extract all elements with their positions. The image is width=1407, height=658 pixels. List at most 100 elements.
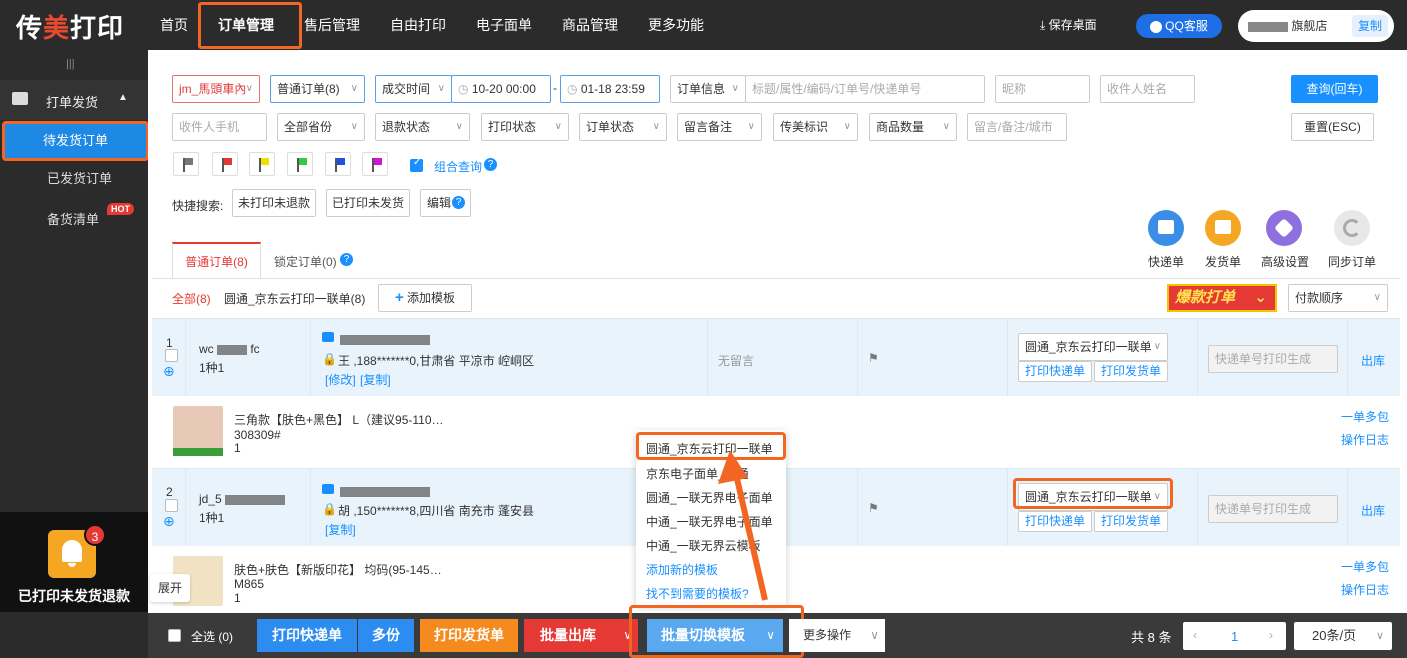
operation-log-link[interactable]: 操作日志 (1341, 581, 1389, 598)
print-invoice-batch-button[interactable]: 打印发货单 (420, 619, 518, 652)
chevron-down-icon: ∨ (870, 628, 879, 642)
multi-package-link[interactable]: 一单多包 (1341, 558, 1389, 575)
help-icon[interactable]: ? (484, 158, 497, 171)
time-type-select[interactable]: 成交时间 ∨ (375, 75, 452, 103)
print-invoice-button[interactable]: 打印发货单 (1094, 361, 1168, 382)
expand-tab[interactable]: 展开 (150, 574, 190, 602)
subtab-template[interactable]: 圆通_京东云打印一联单(8) (224, 290, 365, 307)
select-all-checkbox[interactable] (168, 629, 181, 642)
combo-query-checkbox[interactable]: ✓ (410, 157, 423, 172)
quick-edit-button[interactable]: 编辑? (420, 189, 471, 217)
reset-button[interactable]: 重置(ESC) (1291, 113, 1374, 141)
nickname-input[interactable]: 昵称 (995, 75, 1090, 103)
refund-status-select[interactable]: 退款状态 ∨ (375, 113, 470, 141)
order-checkbox[interactable] (165, 349, 178, 362)
province-select[interactable]: 全部省份 ∨ (277, 113, 365, 141)
page-size-select[interactable]: 20条/页 ∨ (1294, 622, 1392, 650)
print-express-button[interactable]: 打印快递单 (1018, 511, 1092, 532)
print-invoice-button[interactable]: 打印发货单 (1094, 511, 1168, 532)
template-select[interactable]: 圆通_京东云打印一联单 ∨ (1018, 333, 1168, 361)
qq-service-button[interactable]: QQ客服 (1136, 14, 1222, 38)
settings-icon[interactable] (1266, 210, 1302, 246)
copy-address-link[interactable]: [复制] (360, 371, 391, 388)
order-kinds: 1种1 (199, 511, 225, 525)
add-template-button[interactable]: + 添加模板 (378, 284, 472, 312)
nav-e-waybill[interactable]: 电子面单 (476, 0, 532, 50)
flag-red-icon[interactable] (212, 152, 238, 176)
nav-more[interactable]: 更多功能 (648, 0, 704, 50)
nav-selected-highlight (198, 2, 302, 49)
nav-products[interactable]: 商品管理 (562, 0, 618, 50)
quantity-select[interactable]: 商品数量 ∨ (869, 113, 957, 141)
print-express-button[interactable]: 打印快递单 (1018, 361, 1092, 382)
top-bar: 传美打印 首页 订单管理 售后管理 自由打印 电子面单 商品管理 更多功能 ⤓ … (0, 0, 1407, 50)
receiver-name-input[interactable]: 收件人姓名 (1100, 75, 1195, 103)
out-stock-link[interactable]: 出库 (1361, 502, 1385, 519)
receiver-phone-input[interactable]: 收件人手机 (172, 113, 267, 141)
combo-query-label[interactable]: 组合查询 (434, 158, 482, 175)
copy-shop-button[interactable]: 复制 (1351, 15, 1388, 37)
tab-locked-orders[interactable]: 锁定订单(0) (274, 253, 337, 270)
out-stock-link[interactable]: 出库 (1361, 352, 1385, 369)
shop-select[interactable]: jm_馬頭車內 ∨ (172, 75, 260, 103)
flag-blue-icon[interactable] (325, 152, 351, 176)
nav-after-sale[interactable]: 售后管理 (304, 0, 360, 50)
quick-unprinted-button[interactable]: 未打印未退款 (232, 189, 316, 217)
tab-normal-orders[interactable]: 普通订单(8) (172, 242, 261, 278)
quick-printed-button[interactable]: 已打印未发货 (326, 189, 410, 217)
prev-page-icon[interactable]: ‹ (1193, 628, 1197, 642)
sidebar-item-pending[interactable]: 待发货订单 (2, 121, 149, 161)
invoice-icon[interactable] (1205, 210, 1241, 246)
date-to-input[interactable]: ◷ 01-18 23:59 (560, 75, 660, 103)
flag-icon[interactable]: ⚑ (868, 501, 879, 515)
tracking-number-input[interactable]: 快递单号打印生成 (1208, 495, 1338, 523)
sort-select[interactable]: 付款顺序 ∨ (1288, 284, 1388, 312)
order-info-select[interactable]: 订单信息 ∨ (670, 75, 746, 103)
express-icon[interactable] (1148, 210, 1184, 246)
subtab-all[interactable]: 全部(8) (172, 290, 211, 307)
print-status-select[interactable]: 打印状态 ∨ (481, 113, 569, 141)
flag-green-icon[interactable] (287, 152, 313, 176)
expand-plus-icon[interactable]: ⊕ (163, 363, 175, 380)
operation-log-link[interactable]: 操作日志 (1341, 431, 1389, 448)
app-logo[interactable]: 传美打印 (16, 8, 124, 45)
modify-address-link[interactable]: [修改] (325, 371, 356, 388)
refund-promo[interactable]: 3 已打印未发货退款 (0, 512, 148, 612)
print-express-batch-button[interactable]: 打印快递单 (257, 619, 357, 652)
multi-package-link[interactable]: 一单多包 (1341, 408, 1389, 425)
flag-icon[interactable]: ⚑ (868, 351, 879, 365)
order-checkbox[interactable] (165, 499, 178, 512)
cm-flag-select[interactable]: 传美标识 ∨ (773, 113, 858, 141)
remark-city-input[interactable]: 留言/备注/城市 (967, 113, 1067, 141)
product-title[interactable]: 肤色+肤色【新版印花】 均码(95-145… (234, 561, 442, 578)
expand-plus-icon[interactable]: ⊕ (163, 513, 175, 530)
hot-print-button[interactable]: 爆款打单 ⌄ (1167, 284, 1277, 312)
help-icon[interactable]: ? (340, 253, 353, 266)
order-status-select[interactable]: 订单状态 ∨ (579, 113, 667, 141)
shop-name[interactable]: 旗舰店 复制 (1238, 10, 1394, 42)
product-title[interactable]: 三角款【肤色+黑色】 L（建议95-110… (234, 411, 444, 428)
nav-free-print[interactable]: 自由打印 (390, 0, 446, 50)
sidebar-collapse-handle[interactable]: ||| (66, 58, 75, 70)
copy-address-link[interactable]: [复制] (325, 521, 356, 538)
date-from-input[interactable]: ◷ 10-20 00:00 (451, 75, 551, 103)
flag-purple-icon[interactable] (362, 152, 388, 176)
more-operations-select[interactable]: 更多操作 ∨ (789, 619, 885, 652)
flag-yellow-icon[interactable] (249, 152, 275, 176)
multi-copy-button[interactable]: 多份 (358, 619, 414, 652)
next-page-icon[interactable]: › (1269, 628, 1273, 642)
sidebar-item-shipped[interactable]: 已发货订单 (0, 159, 148, 199)
query-button[interactable]: 查询(回车) (1291, 75, 1378, 103)
sync-icon[interactable] (1334, 210, 1370, 246)
product-thumbnail[interactable] (173, 406, 223, 456)
order-type-select[interactable]: 普通订单(8) ∨ (270, 75, 365, 103)
nav-home[interactable]: 首页 (160, 0, 188, 50)
flag-gray-icon[interactable] (173, 152, 199, 176)
remark-select[interactable]: 留言备注 ∨ (677, 113, 762, 141)
sidebar-section-print[interactable]: 打单发货 ▲ (0, 80, 148, 120)
current-page[interactable]: 1 (1231, 629, 1238, 644)
save-desktop-button[interactable]: ⤓ 保存桌面 (1040, 0, 1097, 50)
order-info-input[interactable]: 标题/属性/编码/订单号/快递单号 (745, 75, 985, 103)
batch-out-button[interactable]: 批量出库 ∨ (524, 619, 638, 652)
tracking-number-input[interactable]: 快递单号打印生成 (1208, 345, 1338, 373)
